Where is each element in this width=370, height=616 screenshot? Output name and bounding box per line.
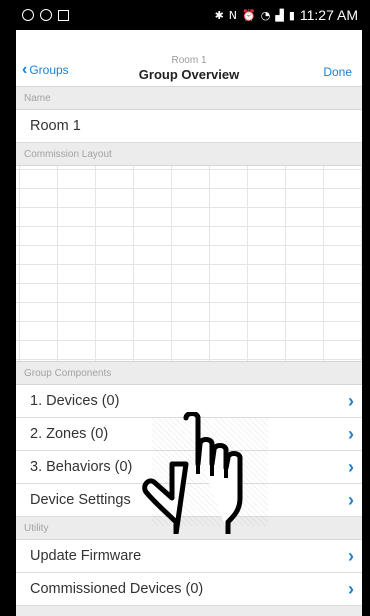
alarm-icon: ⏰ [242, 8, 256, 22]
row-chevron-icon: › [348, 456, 354, 477]
pointing-hand-icon [142, 412, 243, 534]
list-item-label: Device Settings [30, 492, 131, 508]
list-item-commissioned-devices[interactable]: Commissioned Devices (0) › [16, 573, 362, 606]
list-item-label: 3. Behaviors (0) [30, 459, 133, 475]
page-title: Group Overview [138, 67, 240, 82]
commission-layout-grid[interactable] [16, 166, 362, 362]
image-icon [58, 9, 69, 21]
list-item-label: Update Firmware [30, 548, 142, 564]
group-name-value: Room 1 [30, 118, 81, 134]
row-chevron-icon: › [348, 489, 354, 510]
section-header-components: Group Components [16, 362, 362, 385]
list-item-label: Commissioned Devices (0) [30, 581, 204, 597]
done-button[interactable]: Done [323, 65, 352, 79]
row-chevron-icon: › [348, 423, 354, 444]
row-chevron-icon: › [348, 578, 354, 599]
status-bar: ✱ N ⏰ ◔ ▟ ▮ 11:27 AM [16, 0, 362, 30]
section-header-name: Name [16, 87, 362, 110]
notification-icon-2 [40, 9, 52, 21]
row-chevron-icon: › [348, 390, 354, 411]
row-chevron-icon: › [348, 545, 354, 566]
signal-icon: ▟ [275, 8, 284, 22]
clock: 11:27 AM [299, 7, 358, 23]
group-name-field[interactable]: Room 1 [16, 110, 362, 143]
nav-title-block: Room 1 Group Overview [16, 55, 362, 82]
wifi-icon: ◔ [260, 8, 271, 22]
list-item-update-firmware[interactable]: Update Firmware › [16, 540, 362, 573]
list-item-label: 1. Devices (0) [30, 393, 120, 409]
navigation-bar: ‹ Groups Room 1 Group Overview Done [16, 30, 362, 87]
battery-icon: ▮ [288, 8, 295, 22]
nav-subtitle: Room 1 [171, 55, 207, 66]
notification-icon [22, 9, 34, 21]
bluetooth-icon: ✱ [214, 8, 224, 22]
section-header-layout: Commission Layout [16, 143, 362, 166]
list-item-label: 2. Zones (0) [30, 426, 109, 442]
nfc-icon: N [228, 8, 238, 22]
